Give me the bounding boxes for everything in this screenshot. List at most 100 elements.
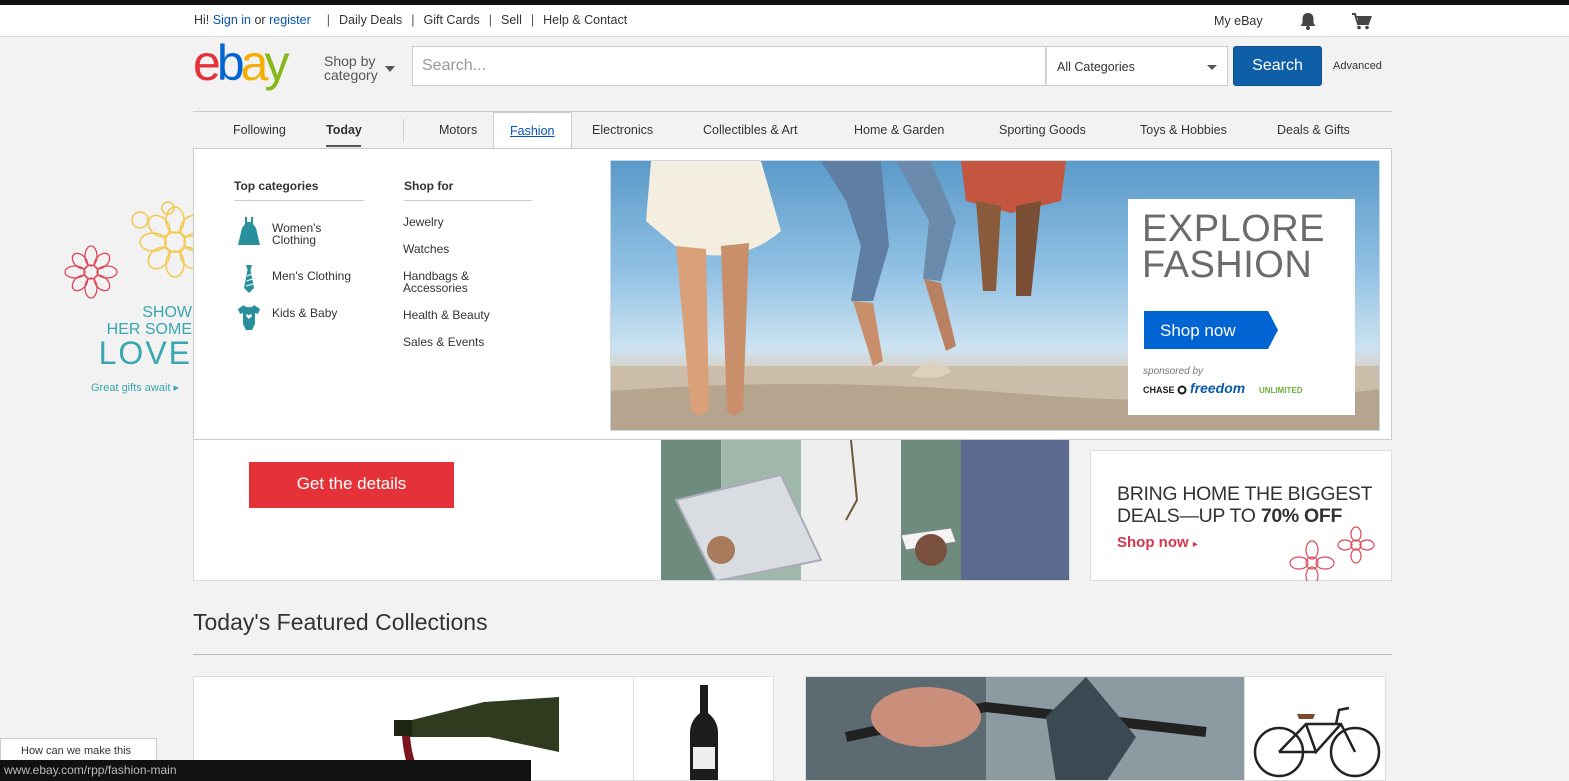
biggest-deals-promo[interactable]: BRING HOME THE BIGGEST DEALS—UP TO 70% O… — [1090, 450, 1392, 581]
daily-deals-link[interactable]: Daily Deals — [339, 13, 402, 27]
womens-line2: Clothing — [272, 233, 317, 247]
featured-collections-heading: Today's Featured Collections — [193, 609, 488, 635]
watches-link[interactable]: Watches — [403, 243, 449, 255]
arrow-right-icon: ▸ — [173, 382, 180, 394]
sales-events-link[interactable]: Sales & Events — [403, 336, 484, 348]
handbags-accessories-link[interactable]: Handbags & Accessories — [403, 270, 469, 294]
womens-clothing-link[interactable]: Women's Clothing — [272, 222, 321, 246]
nav-sporting-goods[interactable]: Sporting Goods — [999, 123, 1086, 137]
promo-banner[interactable]: Get the details — [193, 440, 1070, 581]
show-her-love-text: SHOW HER SOME LOVE — [82, 304, 192, 371]
shop-for-heading: Shop for — [404, 179, 454, 193]
separator: | — [530, 13, 535, 27]
chase-freedom-logo: CHASE freedom UNLIMITED — [1143, 380, 1303, 396]
register-link[interactable]: register — [269, 13, 311, 27]
health-beauty-link[interactable]: Health & Beauty — [403, 309, 490, 321]
bike-ride-card[interactable] — [805, 676, 1246, 781]
heading-rule — [234, 200, 364, 201]
explore-fashion-card: EXPLORE FASHION Shop now sponsored by CH… — [1128, 199, 1355, 415]
nav-toys-hobbies[interactable]: Toys & Hobbies — [1140, 123, 1227, 137]
deals-line1: BRING HOME THE BIGGEST — [1117, 483, 1373, 505]
handbags-line2: Accessories — [403, 281, 468, 295]
separator: | — [411, 13, 415, 27]
greeting-text: Hi! — [194, 13, 210, 27]
wine-bottle-icon — [690, 685, 718, 780]
shop-now-label: Shop now — [1160, 321, 1236, 340]
deals-line2-prefix: DEALS—UP TO — [1117, 505, 1256, 527]
shop-by-category-button[interactable]: Shop by category — [324, 53, 395, 82]
tablet-phone-photo — [661, 440, 1069, 580]
unlimited-text: UNLIMITED — [1259, 386, 1303, 395]
category-select[interactable]: All Categories — [1046, 46, 1228, 86]
or-text: or — [254, 13, 266, 27]
love-line: LOVE — [98, 335, 192, 371]
fashion-flyout: Top categories Women's Clothing Men's Cl… — [193, 148, 1392, 440]
wine-bottle-card[interactable] — [633, 676, 774, 781]
browser-status-bar: www.ebay.com/rpp/fashion-main — [0, 760, 531, 781]
sponsored-by-text: sponsored by — [1143, 366, 1204, 377]
bicycle-icon — [1253, 706, 1381, 778]
search-input[interactable]: Search... — [412, 46, 1046, 86]
shop-now-button[interactable]: Shop now — [1144, 311, 1278, 349]
cart-icon[interactable] — [1351, 11, 1373, 31]
sell-link[interactable]: Sell — [501, 13, 522, 27]
separator: | — [488, 13, 493, 27]
nav-deals-gifts[interactable]: Deals & Gifts — [1277, 123, 1350, 137]
explore-line: EXPLORE — [1142, 208, 1326, 250]
category-nav: Following Today Motors Fashion Electroni… — [193, 112, 1392, 149]
fashion-line: FASHION — [1142, 244, 1313, 286]
nav-following[interactable]: Following — [233, 123, 286, 137]
feedback-tab[interactable]: How can we make this — [0, 738, 157, 762]
shop-by-label: Shop by — [324, 53, 376, 69]
nav-active-underline — [326, 145, 361, 147]
top-categories-heading: Top categories — [234, 179, 319, 193]
great-gifts-label: Great gifts await — [91, 382, 171, 394]
ebay-logo[interactable]: ebay — [193, 40, 311, 92]
flower-decoration-icon — [1289, 526, 1375, 581]
onesie-icon — [238, 305, 260, 330]
sign-in-link[interactable]: Sign in — [213, 13, 251, 27]
nav-collectibles-art[interactable]: Collectibles & Art — [703, 123, 797, 137]
category-selected-value: All Categories — [1057, 60, 1135, 74]
utility-bar: Hi! Sign in or register | Daily Deals | … — [0, 5, 1569, 37]
chevron-down-icon — [1207, 65, 1217, 70]
utility-right: My eBay — [1214, 11, 1373, 31]
separator: | — [326, 13, 331, 27]
freedom-text: freedom — [1190, 380, 1245, 396]
nav-today[interactable]: Today — [326, 123, 362, 137]
gift-cards-link[interactable]: Gift Cards — [424, 13, 480, 27]
svg-text:ebay: ebay — [193, 40, 289, 91]
my-ebay-link[interactable]: My eBay — [1214, 14, 1263, 28]
nav-fashion-label: Fashion — [510, 124, 555, 138]
explore-fashion-title: EXPLORE FASHION — [1142, 208, 1326, 286]
mens-clothing-link[interactable]: Men's Clothing — [272, 270, 351, 282]
show-line: SHOW — [142, 304, 192, 321]
nav-divider — [403, 119, 404, 141]
valentines-promo[interactable]: SHOW HER SOME LOVE Great gifts await ▸ — [40, 180, 195, 410]
arrow-right-icon: ▸ — [1192, 539, 1198, 550]
featured-rule — [193, 654, 1392, 655]
get-details-button[interactable]: Get the details — [249, 462, 454, 508]
flower-decoration-icon — [64, 201, 195, 299]
bicycle-card[interactable] — [1244, 676, 1386, 781]
chevron-down-icon — [385, 66, 395, 72]
nav-fashion-tab[interactable]: Fashion — [493, 112, 572, 149]
jewelry-link[interactable]: Jewelry — [403, 216, 444, 228]
nav-motors[interactable]: Motors — [439, 123, 477, 137]
help-contact-link[interactable]: Help & Contact — [543, 13, 627, 27]
great-gifts-link[interactable]: Great gifts await ▸ — [91, 381, 179, 394]
tie-icon — [244, 265, 254, 293]
kids-baby-link[interactable]: Kids & Baby — [272, 307, 337, 319]
chase-text: CHASE — [1143, 385, 1175, 395]
header: ebay Shop by category Search... All Cate… — [193, 38, 1393, 110]
account-links: Hi! Sign in or register | Daily Deals | … — [194, 13, 627, 27]
dress-icon — [238, 217, 260, 245]
nav-electronics[interactable]: Electronics — [592, 123, 653, 137]
deals-shop-now-link[interactable]: Shop now ▸ — [1117, 534, 1198, 551]
explore-fashion-banner[interactable]: EXPLORE FASHION Shop now sponsored by CH… — [610, 160, 1380, 431]
bell-icon[interactable] — [1297, 11, 1319, 31]
nav-home-garden[interactable]: Home & Garden — [854, 123, 944, 137]
search-button[interactable]: Search — [1233, 46, 1322, 86]
advanced-search-link[interactable]: Advanced — [1333, 60, 1382, 72]
heading-rule — [404, 200, 532, 201]
